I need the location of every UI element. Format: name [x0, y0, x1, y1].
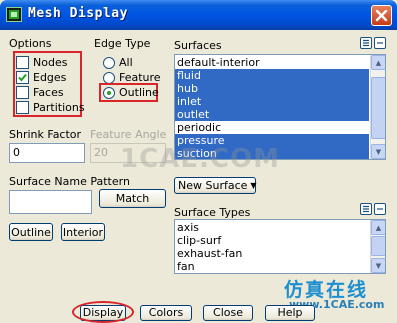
select-all-icon [363, 205, 369, 213]
interior-button[interactable]: Interior [61, 223, 105, 241]
outline-radio[interactable] [103, 86, 115, 99]
surface-type-item[interactable]: exhaust-fan [175, 247, 369, 260]
scroll-up-button[interactable]: ▲ [371, 55, 385, 70]
display-highlight-ellipse [72, 301, 134, 323]
deselect-all-button[interactable] [374, 37, 386, 49]
surface-types-title: Surface Types [174, 206, 251, 219]
scroll-thumb[interactable] [371, 236, 385, 256]
scroll-down-button[interactable]: ▼ [371, 144, 385, 159]
edges-checkbox[interactable] [16, 71, 29, 84]
help-button[interactable]: Help [265, 305, 315, 321]
deselect-all-icon [377, 42, 383, 44]
watermark-text: 1CAE.COM [120, 144, 280, 174]
close-icon [375, 9, 388, 22]
surface-name-pattern-label: Surface Name Pattern [9, 175, 130, 188]
new-surface-dropdown[interactable]: New Surface ▼ [174, 177, 257, 194]
select-all-button[interactable] [360, 37, 372, 49]
surface-item[interactable]: hub [175, 82, 369, 95]
surface-item[interactable]: periodic [175, 121, 369, 134]
surfaces-title: Surfaces [174, 39, 222, 52]
colors-button[interactable]: Colors [140, 305, 192, 321]
options-group: Nodes Edges Faces Partitions [16, 55, 85, 115]
all-radio[interactable] [103, 56, 115, 69]
nodes-label: Nodes [33, 56, 68, 69]
option-partitions[interactable]: Partitions [16, 100, 85, 115]
surface-item[interactable]: default-interior [175, 56, 369, 69]
surfaces-scrollbar[interactable]: ▲ ▼ [370, 55, 385, 159]
feature-angle-label: Feature Angle [90, 128, 167, 141]
surface-item[interactable]: inlet [175, 95, 369, 108]
surface-type-item[interactable]: fan [175, 260, 369, 273]
surface-item[interactable]: outlet [175, 108, 369, 121]
surface-types-scrollbar[interactable]: ▲ ▼ [370, 220, 385, 273]
outline-button[interactable]: Outline [9, 223, 53, 241]
partitions-checkbox[interactable] [16, 101, 29, 114]
shrink-factor-field[interactable]: 0 [9, 143, 85, 163]
new-surface-label: New Surface [178, 179, 248, 192]
faces-label: Faces [33, 86, 64, 99]
options-group-title: Options [9, 37, 52, 50]
all-label: All [119, 56, 133, 69]
select-all-icon [363, 39, 369, 47]
outline-label: Outline [119, 86, 159, 99]
surface-type-item[interactable]: axis [175, 221, 369, 234]
partitions-label: Partitions [33, 101, 85, 114]
surface-types-listbox[interactable]: axis clip-surf exhaust-fan fan ▲ ▼ [174, 219, 386, 274]
option-nodes[interactable]: Nodes [16, 55, 85, 70]
surface-type-item[interactable]: clip-surf [175, 234, 369, 247]
surface-name-pattern-field[interactable] [9, 190, 92, 214]
types-select-all-button[interactable] [360, 203, 372, 215]
edge-type-all[interactable]: All [103, 55, 133, 70]
faces-checkbox[interactable] [16, 86, 29, 99]
window-title: Mesh Display [28, 6, 128, 21]
scroll-thumb[interactable] [371, 77, 385, 139]
dropdown-arrow-icon: ▼ [250, 181, 257, 190]
scroll-down-button[interactable]: ▼ [371, 258, 385, 273]
option-faces[interactable]: Faces [16, 85, 85, 100]
types-deselect-all-button[interactable] [374, 203, 386, 215]
surface-item[interactable]: fluid [175, 69, 369, 82]
feature-radio[interactable] [103, 71, 115, 84]
checkmark-icon [18, 73, 27, 82]
scroll-up-button[interactable]: ▲ [371, 220, 385, 235]
app-icon [6, 7, 22, 22]
close-button[interactable] [371, 5, 392, 26]
edges-label: Edges [33, 71, 67, 84]
edge-type-group-title: Edge Type [94, 37, 151, 50]
deselect-all-icon [377, 208, 383, 210]
match-button[interactable]: Match [99, 189, 166, 208]
nodes-checkbox[interactable] [16, 56, 29, 69]
shrink-factor-label: Shrink Factor [9, 128, 82, 141]
close-dialog-button[interactable]: Close [203, 305, 253, 321]
edge-type-outline[interactable]: Outline [103, 85, 159, 100]
option-edges[interactable]: Edges [16, 70, 85, 85]
